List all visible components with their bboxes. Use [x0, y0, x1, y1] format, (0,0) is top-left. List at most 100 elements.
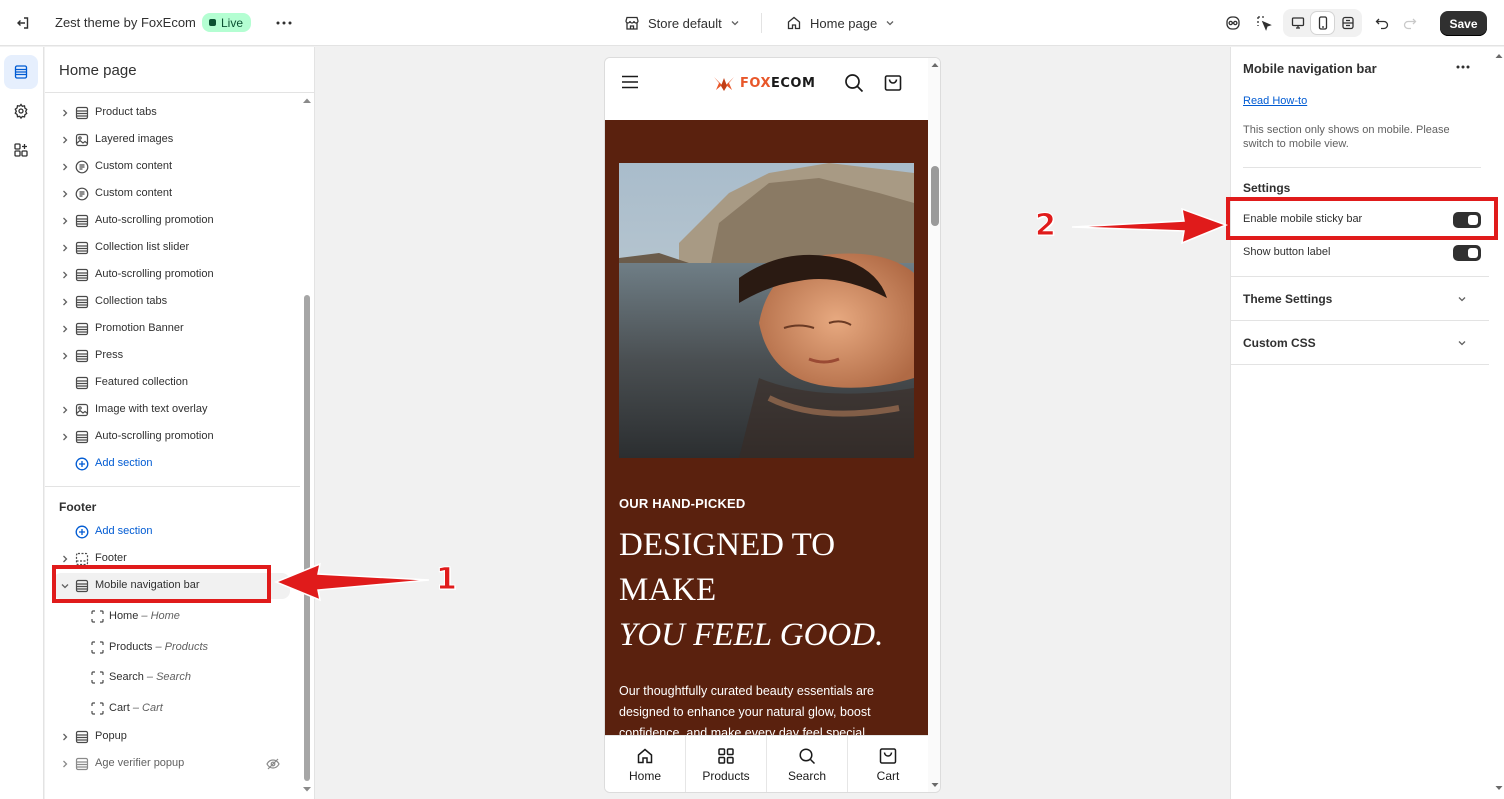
sidebar-item-section[interactable]: Custom content	[45, 154, 300, 180]
cart-icon[interactable]	[884, 74, 902, 92]
menu-icon[interactable]	[621, 75, 639, 89]
block-item[interactable]: Search – Search	[45, 665, 300, 691]
section-icon	[75, 757, 89, 771]
redo-icon[interactable]	[1399, 12, 1421, 34]
theme-name: Zest theme by FoxEcom	[55, 15, 196, 30]
sidebar-item-section[interactable]: Featured collection	[45, 370, 300, 396]
block-item[interactable]: Home – Home	[45, 604, 300, 630]
more-actions-icon[interactable]	[273, 12, 295, 34]
sections-icon[interactable]	[4, 55, 38, 89]
sidebar-item-popup[interactable]: Popup	[45, 724, 300, 750]
inspector-icon[interactable]	[1253, 12, 1275, 34]
scroll-down-arrow-icon[interactable]	[302, 785, 312, 793]
desktop-view-icon[interactable]	[1286, 12, 1309, 34]
scroll-down-arrow-icon[interactable]	[1495, 785, 1503, 791]
hero-image	[619, 163, 914, 458]
page-selector[interactable]: Home page	[786, 11, 895, 35]
chevron-down-icon[interactable]	[1457, 338, 1467, 348]
image-icon	[75, 133, 89, 147]
read-how-to-link[interactable]: Read How-to	[1243, 95, 1307, 107]
footer-group-title: Footer	[59, 500, 97, 514]
chevron-right-icon[interactable]	[60, 297, 70, 307]
editor-icon-rail	[0, 47, 44, 799]
chevron-down-icon[interactable]	[1457, 294, 1467, 304]
chevron-right-icon[interactable]	[60, 108, 70, 118]
sidebar-item-section[interactable]: Auto-scrolling promotion	[45, 208, 300, 234]
add-section-button[interactable]: Add section	[45, 451, 300, 477]
chevron-right-icon[interactable]	[60, 135, 70, 145]
mobile-nav-search[interactable]: Search	[767, 736, 848, 792]
sidebar-item-section[interactable]: Custom content	[45, 181, 300, 207]
mobile-view-icon[interactable]	[1311, 12, 1334, 34]
chevron-right-icon[interactable]	[60, 554, 70, 564]
chevron-down-icon	[730, 18, 740, 28]
eye-slash-icon[interactable]	[266, 757, 280, 771]
exit-icon[interactable]	[12, 12, 34, 34]
section-icon	[75, 552, 89, 566]
accessibility-icon[interactable]	[1222, 12, 1244, 34]
hero-heading-line-2: MAKE	[619, 572, 717, 608]
mobile-nav-home[interactable]: Home	[605, 736, 686, 792]
scroll-up-arrow-icon[interactable]	[302, 97, 312, 105]
chevron-right-icon[interactable]	[60, 351, 70, 361]
save-button[interactable]: Save	[1440, 11, 1487, 36]
sidebar-item-section[interactable]: Promotion Banner	[45, 316, 300, 342]
scroll-up-arrow-icon[interactable]	[1495, 53, 1503, 59]
block-label: Products – Products	[109, 641, 209, 653]
scroll-down-arrow-icon[interactable]	[931, 782, 939, 788]
sidebar-item-section[interactable]: Product tabs	[45, 100, 300, 126]
chevron-right-icon[interactable]	[60, 432, 70, 442]
accordion-custom-css[interactable]: Custom CSS	[1243, 336, 1316, 350]
scrollbar-thumb[interactable]	[304, 295, 310, 781]
mobile-nav-cart[interactable]: Cart	[848, 736, 928, 792]
apps-icon[interactable]	[4, 133, 38, 167]
preview-scrollbar-thumb[interactable]	[931, 166, 939, 226]
store-selector[interactable]: Store default	[624, 11, 740, 35]
more-actions-icon[interactable]	[1455, 59, 1471, 75]
grid-icon	[717, 747, 735, 765]
footer-add-section-button[interactable]: Add section	[45, 519, 300, 545]
chevron-right-icon[interactable]	[60, 270, 70, 280]
chevron-right-icon[interactable]	[60, 324, 70, 334]
chevron-right-icon[interactable]	[60, 732, 70, 742]
sidebar-item-section[interactable]: Collection list slider	[45, 235, 300, 261]
sidebar-item-section[interactable]: Image with text overlay	[45, 397, 300, 423]
chevron-right-icon[interactable]	[60, 759, 70, 769]
sidebar-item-section[interactable]: Auto-scrolling promotion	[45, 424, 300, 450]
sidebar-item-age-verifier-popup[interactable]: Age verifier popup	[45, 751, 300, 777]
annotation-step-1: 1	[436, 562, 458, 598]
undo-icon[interactable]	[1371, 12, 1393, 34]
image-icon	[75, 403, 89, 417]
sidebar-item-label: Footer	[95, 552, 127, 564]
block-icon	[91, 641, 104, 654]
sidebar-item-label: Auto-scrolling promotion	[95, 430, 214, 442]
chevron-right-icon[interactable]	[60, 189, 70, 199]
sidebar-item-section[interactable]: Collection tabs	[45, 289, 300, 315]
section-settings-panel: Mobile navigation bar Read How-to This s…	[1230, 47, 1504, 799]
fullscreen-view-icon[interactable]	[1336, 12, 1359, 34]
sidebar-item-section[interactable]: Layered images	[45, 127, 300, 153]
divider	[45, 92, 314, 93]
block-item[interactable]: Products – Products	[45, 635, 300, 661]
store-logo[interactable]: FOXECOM	[713, 74, 815, 92]
theme-settings-icon[interactable]	[4, 94, 38, 128]
chevron-right-icon[interactable]	[60, 162, 70, 172]
block-icon	[91, 610, 104, 623]
show-button-label-toggle[interactable]	[1453, 245, 1481, 261]
sidebar-item-label: Custom content	[95, 187, 173, 199]
block-label: Search – Search	[109, 671, 191, 683]
sidebar-item-section[interactable]: Press	[45, 343, 300, 369]
home-icon	[636, 747, 654, 765]
accordion-theme-settings[interactable]: Theme Settings	[1243, 292, 1332, 306]
chevron-right-icon[interactable]	[60, 405, 70, 415]
chevron-right-icon[interactable]	[60, 243, 70, 253]
section-icon	[75, 430, 89, 444]
logo-text-rest: ECOM	[771, 75, 816, 91]
block-item[interactable]: Cart – Cart	[45, 696, 300, 722]
sidebar-item-label: Layered images	[95, 133, 174, 145]
scroll-up-arrow-icon[interactable]	[931, 62, 939, 68]
sidebar-item-section[interactable]: Auto-scrolling promotion	[45, 262, 300, 288]
search-icon[interactable]	[844, 73, 864, 93]
mobile-nav-products[interactable]: Products	[686, 736, 767, 792]
chevron-right-icon[interactable]	[60, 216, 70, 226]
